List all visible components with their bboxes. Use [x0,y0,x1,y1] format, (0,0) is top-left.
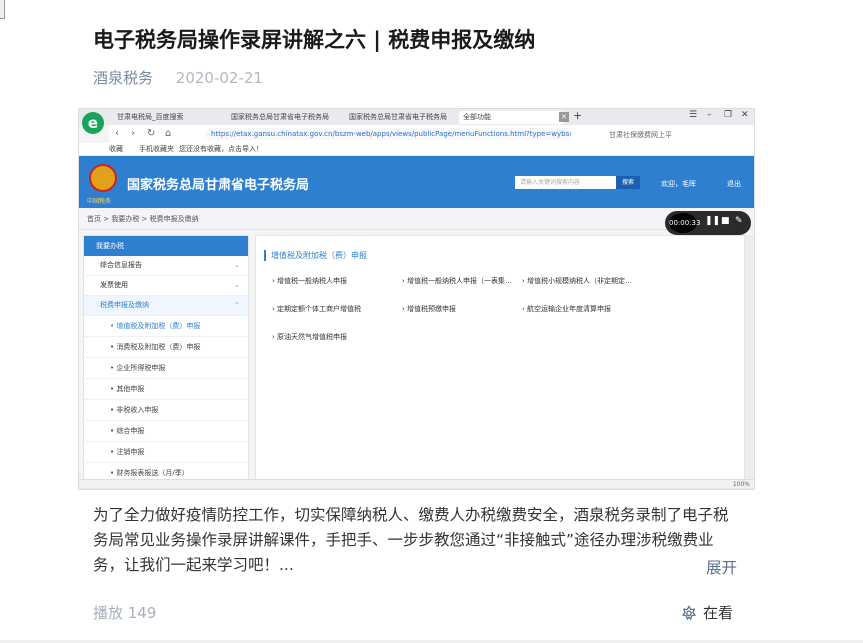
back-icon[interactable]: ‹ [115,128,119,139]
panel-heading: 增值税及附加税（费）申报 [264,250,367,261]
welcome-user: 欢迎，毛晖 [661,180,696,188]
menu-icon[interactable]: ☰ [689,110,697,120]
chevron-up-icon: ⌃ [234,301,240,309]
corner-marker [0,0,5,19]
bookmark-item[interactable]: 手机收藏夹 [139,144,174,154]
sidebar-group[interactable]: 发票使用 ⌄ [84,276,248,296]
address-bar: ‹ › ↻ ⌂ https://etax.gansu.chinatax.gov.… [109,125,754,144]
function-link[interactable]: › 定期定额个体工商户增值税 [272,304,361,314]
logout-link[interactable]: 退出 [727,179,741,189]
scrollbar[interactable] [745,235,754,479]
recording-timer: 00:00:33 [669,213,700,233]
flower-icon [681,605,697,621]
divider [78,488,753,489]
browser-tabbar: 甘肃电税局_百度搜索 国家税务总局甘肃省电子税务局 国家税务总局甘肃省电子税务局… [79,109,754,125]
browser-logo-icon: e [82,112,104,134]
url-input[interactable]: https://etax.gansu.chinatax.gov.cn/bszm-… [205,128,571,140]
article-description: 为了全力做好疫情防控工作，切实保障纳税人、缴费人办税缴费安全，酒泉税务录制了电子… [93,506,729,574]
sidebar-group[interactable]: 综合信息报告 ⌄ [84,256,248,276]
recording-controls: 00:00:33 ❚❚ ■ ✎ [665,211,751,235]
video-thumbnail[interactable]: 甘肃电税局_百度搜索 国家税务总局甘肃省电子税务局 国家税务总局甘肃省电子税务局… [78,108,755,490]
tax-emblem-icon [89,164,117,192]
author-link[interactable]: 酒泉税务 [93,69,153,87]
browser-tab-active[interactable]: 全部功能 [459,111,563,124]
breadcrumb: 首页 > 我要办税 > 税费申报及缴纳 [79,208,754,230]
sidebar-head[interactable]: 我要办税 [84,236,248,256]
sidebar-subitem[interactable]: • 综合申报 [84,421,248,442]
address-search[interactable]: 甘肃社保缴费网上平 [609,130,672,140]
function-link[interactable]: › 原油天然气增值税申报 [272,332,347,342]
browser-tab[interactable]: 国家税务总局甘肃省电子税务局 [345,111,457,124]
browser-tab[interactable]: 国家税务总局甘肃省电子税务局 [227,111,339,124]
restore-icon[interactable]: ❐ [724,110,732,120]
site-title: 国家税务总局甘肃省电子税务局 [127,178,310,193]
sidebar-subitem-active[interactable]: • 增值税及附加税（费）申报 [84,316,248,337]
browser-tab[interactable]: 甘肃电税局_百度搜索 [113,111,221,124]
function-link[interactable]: › 增值税一般纳税人申报 [272,276,347,286]
pause-icon[interactable]: ❚❚ [705,216,720,226]
home-icon[interactable]: ⌂ [165,128,171,139]
breadcrumb-text[interactable]: 首页 > 我要办税 > 税费申报及缴纳 [87,214,199,224]
expand-link[interactable]: 展开 [706,556,737,578]
function-link[interactable]: › 航空运输企业年度清算申报 [522,304,611,314]
publish-date: 2020-02-21 [175,69,263,87]
article-title: 电子税务局操作录屏讲解之六 | 税费申报及缴纳 [93,28,536,52]
sidebar-subitem[interactable]: • 其他申报 [84,379,248,400]
function-link[interactable]: › 增值税预缴申报 [402,304,456,314]
play-count: 播放 149 [93,604,157,622]
emblem-caption: 中国税务 [87,198,112,205]
zoom-level[interactable]: 100% [733,481,750,488]
function-link[interactable]: › 增值税小规模纳税人（非定期定… [522,276,632,286]
minimize-icon[interactable]: – [707,110,712,120]
sidebar-subitem[interactable]: • 注销申报 [84,442,248,463]
sidebar-group-active[interactable]: 税费申报及缴纳 ⌃ [84,296,248,316]
refresh-icon[interactable]: ↻ [147,128,155,139]
window-close-icon[interactable]: ✕ [741,110,749,120]
pen-icon[interactable]: ✎ [735,216,743,226]
chevron-down-icon: ⌄ [234,261,240,269]
close-icon[interactable]: ✕ [559,112,569,122]
new-tab-icon[interactable]: + [573,109,582,122]
watch-label: 在看 [703,604,734,622]
bookmark-item[interactable]: 收藏 [109,144,123,154]
watch-button[interactable]: 在看 [681,602,733,623]
site-header: 中国税务 国家税务总局甘肃省电子税务局 请输入关键词搜索内容 搜索 欢迎，毛晖 … [79,156,754,208]
chevron-down-icon: ⌄ [234,281,240,289]
site-search-button[interactable]: 搜索 [616,176,640,189]
sidebar-subitem[interactable]: • 消费税及附加税（费）申报 [84,337,248,358]
stop-icon[interactable]: ■ [721,216,730,226]
bookmark-item[interactable]: 您还没有收藏，点击导入！ [179,144,263,154]
site-search-input[interactable]: 请输入关键词搜索内容 [515,176,616,189]
function-panel: 增值税及附加税（费）申报 › 增值税一般纳税人申报 › 增值税一般纳税人申报（一… [255,235,745,489]
article-meta: 酒泉税务 2020-02-21 [93,67,263,88]
bookmarks-bar: 收藏 手机收藏夹 您还没有收藏，点击导入！ [79,143,754,156]
sidebar: 我要办税 综合信息报告 ⌄ 发票使用 ⌄ 税费申报及缴纳 ⌃ • 增值税及附加税（费）… [83,235,249,489]
forward-icon[interactable]: › [131,128,135,139]
sidebar-subitem[interactable]: • 企业所得税申报 [84,358,248,379]
function-link[interactable]: › 增值税一般纳税人申报（一表集… [402,276,512,286]
sidebar-subitem[interactable]: • 非税收入申报 [84,400,248,421]
